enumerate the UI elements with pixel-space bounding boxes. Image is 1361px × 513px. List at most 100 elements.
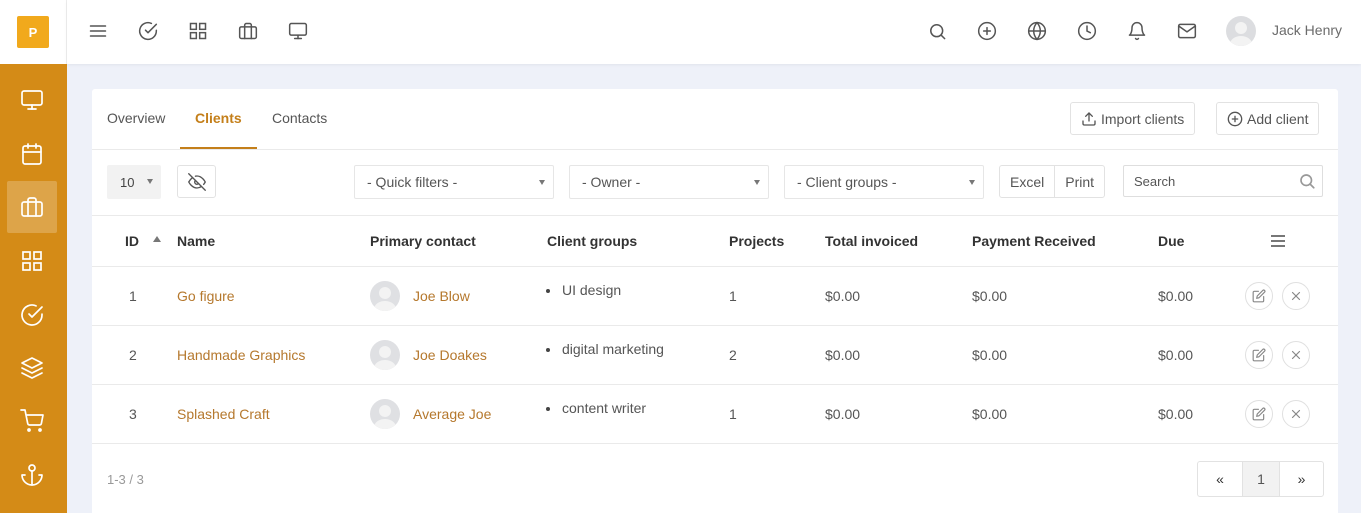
- column-header-payment-received[interactable]: Payment Received: [972, 233, 1096, 249]
- edit-button[interactable]: [1245, 282, 1273, 310]
- grid-icon[interactable]: [187, 20, 209, 42]
- column-menu-icon[interactable]: [1271, 235, 1285, 247]
- briefcase-icon[interactable]: [237, 20, 259, 42]
- menu-icon[interactable]: [87, 20, 109, 42]
- contact-name-link[interactable]: Joe Doakes: [413, 347, 487, 363]
- globe-icon[interactable]: [1026, 20, 1048, 42]
- upload-icon: [1081, 111, 1101, 127]
- edit-button[interactable]: [1245, 341, 1273, 369]
- cell-payment-received: $0.00: [972, 406, 1008, 422]
- add-client-label: Add client: [1247, 110, 1309, 127]
- active-tab-indicator: [180, 147, 257, 149]
- search-icon[interactable]: [926, 20, 948, 42]
- page-size-value: 10: [120, 174, 135, 190]
- close-icon: [1290, 408, 1302, 420]
- quick-filters-value: - Quick filters -: [367, 174, 458, 190]
- column-header-client-groups[interactable]: Client groups: [547, 233, 637, 249]
- user-avatar[interactable]: [1226, 16, 1256, 46]
- import-clients-button[interactable]: Import clients: [1070, 102, 1196, 135]
- sidebar-item-store[interactable]: [7, 395, 57, 447]
- table-row: 2 Handmade Graphics Joe Doakes digital m…: [92, 326, 1338, 385]
- sidebar-item-calendar[interactable]: [7, 128, 57, 180]
- add-client-button[interactable]: Add client: [1216, 102, 1320, 135]
- app-logo[interactable]: P: [17, 16, 49, 48]
- owner-value: - Owner -: [582, 174, 641, 190]
- grid-icon: [20, 249, 44, 273]
- client-groups-dropdown[interactable]: - Client groups -: [784, 165, 984, 199]
- cell-due: $0.00: [1158, 347, 1194, 363]
- table-toolbar: 10 - Quick filters - - Owner - - Client …: [92, 150, 1338, 216]
- quick-filters-dropdown[interactable]: - Quick filters -: [354, 165, 554, 199]
- plus-circle-icon: [1227, 111, 1247, 127]
- sidebar-item-dashboard[interactable]: [7, 74, 57, 126]
- cell-due: $0.00: [1158, 406, 1194, 422]
- tab-clients[interactable]: Clients: [195, 110, 242, 126]
- close-icon: [1290, 290, 1302, 302]
- excel-button[interactable]: Excel: [1000, 166, 1054, 197]
- search-input[interactable]: [1134, 173, 1294, 189]
- user-name[interactable]: Jack Henry: [1272, 22, 1342, 38]
- close-icon: [1290, 349, 1302, 361]
- bullet-dot: [546, 348, 550, 352]
- cell-id: 3: [129, 406, 137, 422]
- edit-icon: [1252, 348, 1266, 362]
- column-header-primary-contact[interactable]: Primary contact: [370, 233, 476, 249]
- sidebar-item-tasks[interactable]: [7, 289, 57, 341]
- sidebar-item-layers[interactable]: [7, 342, 57, 394]
- contact-name-link[interactable]: Average Joe: [413, 406, 491, 422]
- client-groups-value: - Client groups -: [797, 174, 897, 190]
- edit-icon: [1252, 289, 1266, 303]
- check-circle-icon: [20, 303, 44, 327]
- delete-button[interactable]: [1282, 400, 1310, 428]
- cell-projects: 1: [729, 406, 737, 422]
- sidebar-item-anchor[interactable]: [7, 449, 57, 501]
- sidebar-item-clients[interactable]: [7, 181, 57, 233]
- bell-icon[interactable]: [1126, 20, 1148, 42]
- contact-avatar: [370, 340, 400, 370]
- table-row: 3 Splashed Craft Average Joe content wri…: [92, 385, 1338, 444]
- tab-bar: Overview Clients Contacts Import clients…: [92, 89, 1338, 150]
- cell-total-invoiced: $0.00: [825, 288, 861, 304]
- cell-projects: 1: [729, 288, 737, 304]
- column-header-id[interactable]: ID: [125, 233, 139, 249]
- export-button-group: Excel Print: [999, 165, 1106, 198]
- mail-icon[interactable]: [1176, 20, 1198, 42]
- prev-page-button[interactable]: «: [1198, 462, 1242, 496]
- plus-circle-icon[interactable]: [976, 20, 998, 42]
- column-header-projects[interactable]: Projects: [729, 233, 784, 249]
- monitor-icon[interactable]: [287, 20, 309, 42]
- cell-id: 1: [129, 288, 137, 304]
- page-size-select[interactable]: 10: [107, 165, 161, 199]
- contact-name-link[interactable]: Joe Blow: [413, 288, 470, 304]
- delete-button[interactable]: [1282, 282, 1310, 310]
- logo-container[interactable]: P: [0, 0, 67, 64]
- print-button[interactable]: Print: [1054, 166, 1104, 197]
- sort-asc-icon[interactable]: [153, 236, 161, 242]
- toggle-columns-button[interactable]: [177, 165, 216, 198]
- cell-payment-received: $0.00: [972, 347, 1008, 363]
- client-name-link[interactable]: Handmade Graphics: [177, 347, 305, 363]
- anchor-icon: [20, 463, 44, 487]
- tab-overview[interactable]: Overview: [107, 110, 165, 126]
- owner-dropdown[interactable]: - Owner -: [569, 165, 769, 199]
- tab-contacts[interactable]: Contacts: [272, 110, 327, 126]
- column-header-due[interactable]: Due: [1158, 233, 1184, 249]
- check-circle-icon[interactable]: [137, 20, 159, 42]
- bullet-dot: [546, 289, 550, 293]
- sidebar-item-apps[interactable]: [7, 235, 57, 287]
- page-1-button[interactable]: 1: [1242, 462, 1279, 496]
- next-page-button[interactable]: »: [1279, 462, 1323, 496]
- caret-down-icon: [147, 179, 153, 184]
- client-name-link[interactable]: Go figure: [177, 288, 235, 304]
- column-header-name[interactable]: Name: [177, 233, 215, 249]
- clock-icon[interactable]: [1076, 20, 1098, 42]
- table-row: 1 Go figure Joe Blow UI design 1 $0.00 $…: [92, 267, 1338, 326]
- delete-button[interactable]: [1282, 341, 1310, 369]
- cell-client-group: digital marketing: [562, 341, 664, 357]
- cell-due: $0.00: [1158, 288, 1194, 304]
- edit-button[interactable]: [1245, 400, 1273, 428]
- column-header-total-invoiced[interactable]: Total invoiced: [825, 233, 918, 249]
- search-icon[interactable]: [1298, 172, 1316, 190]
- client-name-link[interactable]: Splashed Craft: [177, 406, 270, 422]
- import-clients-label: Import clients: [1101, 110, 1185, 127]
